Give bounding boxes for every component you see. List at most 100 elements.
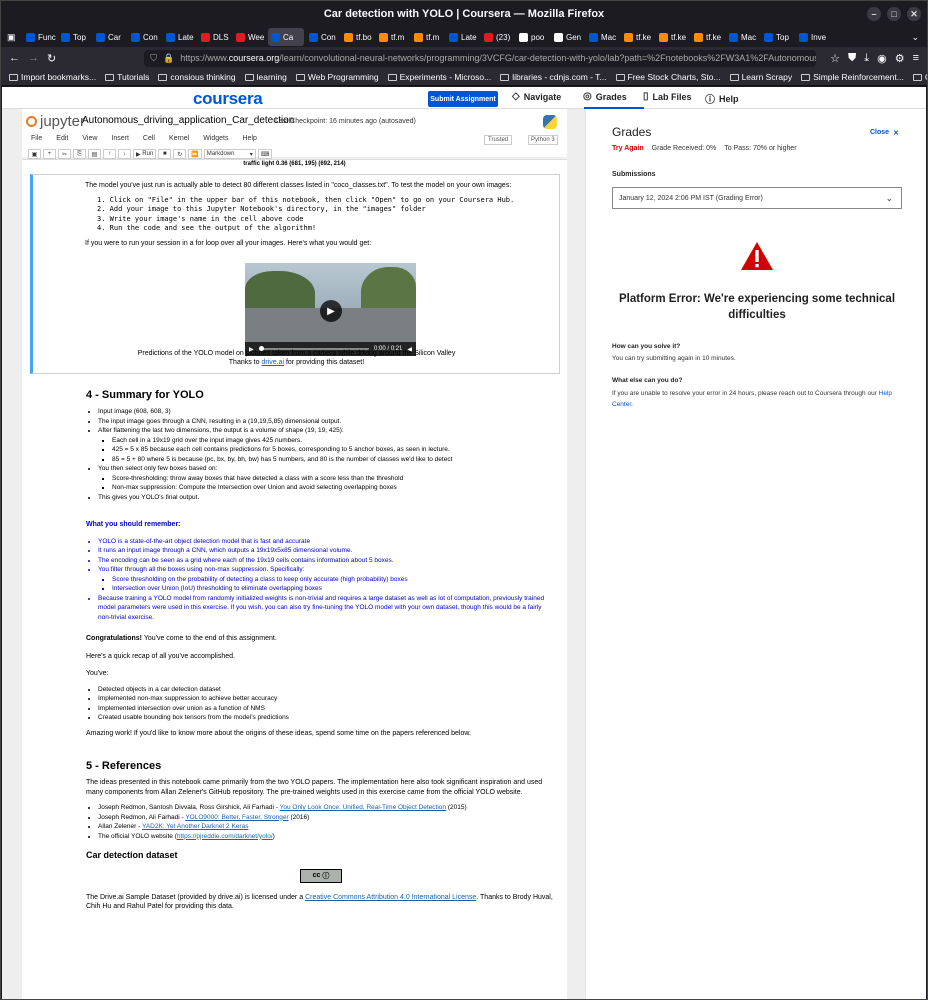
tab-help[interactable]: ⓘ Help — [705, 91, 739, 107]
submission-select[interactable]: January 12, 2024 2:06 PM IST (Grading Er… — [612, 187, 902, 209]
submit-assignment-button[interactable]: Submit Assignment — [428, 91, 498, 107]
paste-icon[interactable]: ▤ — [88, 149, 101, 159]
reference-text: Allan Zelener - — [98, 823, 142, 830]
restart-run-icon[interactable]: ⏩ — [188, 149, 202, 159]
close-window-button[interactable]: ✕ — [907, 7, 921, 21]
play-overlay-icon[interactable]: ▶ — [320, 300, 342, 322]
star-icon[interactable]: ☆ — [830, 52, 840, 65]
close-button[interactable]: Close ✕ — [870, 129, 899, 137]
browser-tab[interactable]: DLS — [198, 28, 231, 46]
back-icon[interactable]: ← — [9, 52, 20, 64]
window-controls: – □ ✕ — [867, 7, 921, 21]
menu-item-edit[interactable]: Edit — [56, 135, 68, 147]
tab-favicon-icon — [554, 32, 563, 42]
browser-tab[interactable]: Top — [58, 28, 91, 46]
tab-favicon-icon — [344, 32, 353, 42]
browser-tab[interactable]: Inve — [796, 28, 829, 46]
browser-tab[interactable]: Ca — [268, 28, 304, 46]
cc-license-badge[interactable]: cc ⓘ — [300, 868, 342, 883]
account-icon[interactable]: ◉ — [877, 52, 887, 65]
tab-navigate[interactable]: ◇ Navigate — [512, 91, 561, 102]
minimize-button[interactable]: – — [867, 7, 881, 21]
menu-item-help[interactable]: Help — [243, 135, 257, 147]
url-bar[interactable]: ⛉ 🔒 https://www.coursera.org/learn/convo… — [144, 49, 817, 67]
browser-tab[interactable]: Gen — [551, 28, 584, 46]
browser-tab[interactable]: tf.ke — [691, 28, 724, 46]
reference-link[interactable]: You Only Look Once: Unified, Real-Time O… — [280, 804, 446, 811]
browser-tab[interactable]: tf.m — [411, 28, 444, 46]
menu-item-view[interactable]: View — [82, 135, 97, 147]
stop-icon[interactable]: ■ — [158, 149, 172, 159]
browser-tab[interactable]: Top — [761, 28, 794, 46]
browser-tab[interactable]: Con — [306, 28, 339, 46]
notebook-title[interactable]: Autonomous_driving_application_Car_detec… — [82, 115, 294, 126]
browser-tab[interactable]: (23) — [481, 28, 514, 46]
browser-tab[interactable]: tf.ke — [656, 28, 689, 46]
pocket-icon[interactable]: ⛊ — [848, 52, 856, 65]
video-player[interactable]: ▶ ▶ 0:00 / 0:21 ◀ — [245, 263, 416, 356]
browser-tab[interactable]: Mac — [586, 28, 619, 46]
menu-item-widgets[interactable]: Widgets — [203, 135, 228, 147]
browser-tab[interactable]: Late — [163, 28, 196, 46]
browser-tab[interactable]: Late — [446, 28, 479, 46]
bookmark-item[interactable]: consious thinking — [158, 72, 236, 82]
bookmark-item[interactable]: Import bookmarks... — [9, 72, 96, 82]
move-up-icon[interactable]: ↑ — [103, 149, 116, 159]
downloads-icon[interactable]: ⤓ — [864, 52, 869, 65]
reference-link[interactable]: YAD2K: Yet Another Darknet 2 Keras — [142, 823, 248, 830]
reference-link[interactable]: https://pjreddie.com/darknet/yolo/ — [177, 833, 273, 840]
drive-ai-link[interactable]: drive.ai — [261, 359, 284, 366]
trusted-indicator[interactable]: Trusted — [484, 135, 513, 145]
browser-tab[interactable]: tf.bo — [341, 28, 374, 46]
tab-lab-files[interactable]: ▯ Lab Files — [643, 91, 692, 102]
menu-item-kernel[interactable]: Kernel — [169, 135, 189, 147]
cell-type-select[interactable]: Markdown ▾ — [203, 149, 256, 159]
browser-tab[interactable]: Func — [23, 28, 56, 46]
bookmark-item[interactable]: learning — [244, 72, 287, 82]
menu-item-file[interactable]: File — [31, 135, 42, 147]
browser-tab[interactable]: Car — [93, 28, 126, 46]
tab-overview-icon[interactable]: ▣ — [7, 32, 21, 43]
browser-tab[interactable]: tf.ke — [621, 28, 654, 46]
bookmark-item[interactable]: libraries - cdnjs.com - T... — [500, 72, 607, 82]
selected-markdown-cell[interactable]: The model you've just run is actually ab… — [30, 174, 560, 374]
menu-item-insert[interactable]: Insert — [111, 135, 129, 147]
cc-license-link[interactable]: Creative Commons Attribution 4.0 Interna… — [305, 894, 476, 901]
amazing-text: Amazing work! If you'd like to know more… — [86, 729, 471, 737]
reload-icon[interactable]: ↻ — [47, 52, 56, 65]
tab-grades[interactable]: ◎ Grades — [583, 91, 627, 102]
bookmark-item[interactable]: Tutorials — [105, 72, 149, 82]
jupyter-logo[interactable]: jupyter — [26, 113, 85, 130]
menu-icon[interactable]: ≡ — [913, 52, 919, 64]
run-button[interactable]: ▶ Run — [133, 149, 157, 159]
tab-favicon-icon — [61, 32, 70, 42]
browser-tab[interactable]: Con — [128, 28, 161, 46]
add-cell-icon[interactable]: + — [43, 149, 56, 159]
browser-tab[interactable]: poo — [516, 28, 549, 46]
reference-link[interactable]: YOLO9000: Better, Faster, Stronger — [185, 814, 288, 821]
cut-icon[interactable]: ✂ — [58, 149, 71, 159]
keyboard-icon[interactable]: ⌨ — [257, 149, 273, 159]
bookmark-item[interactable]: Experiments - Microso... — [387, 72, 491, 82]
bookmark-item[interactable]: Web Programming — [295, 72, 379, 82]
reference-text: Joseph Redmon, Santosh Divvala, Ross Gir… — [98, 804, 280, 811]
bookmark-item[interactable]: Checkout - Prime ABG... — [912, 72, 927, 82]
move-down-icon[interactable]: ↓ — [118, 149, 131, 159]
menu-item-cell[interactable]: Cell — [143, 135, 155, 147]
forward-icon[interactable]: → — [28, 52, 39, 64]
kernel-indicator[interactable]: Python 3 — [528, 135, 558, 145]
bookmark-item[interactable]: Learn Scrapy — [729, 72, 792, 82]
coursera-logo[interactable]: coursera — [193, 89, 263, 109]
extensions-icon[interactable]: ⚙ — [895, 52, 905, 65]
copy-icon[interactable]: ⎘ — [73, 149, 86, 159]
browser-tab[interactable]: Wee — [233, 28, 266, 46]
tab-label: Late — [461, 32, 477, 42]
browser-tab[interactable]: Mac — [726, 28, 759, 46]
maximize-button[interactable]: □ — [887, 7, 901, 21]
save-icon[interactable]: ▣ — [28, 149, 41, 159]
bookmark-item[interactable]: Free Stock Charts, Sto... — [615, 72, 721, 82]
restart-icon[interactable]: ↻ — [173, 149, 187, 159]
browser-tab[interactable]: tf.m — [376, 28, 409, 46]
list-all-tabs-icon[interactable]: ⌄ — [911, 32, 919, 43]
bookmark-item[interactable]: Simple Reinforcement... — [801, 72, 904, 82]
